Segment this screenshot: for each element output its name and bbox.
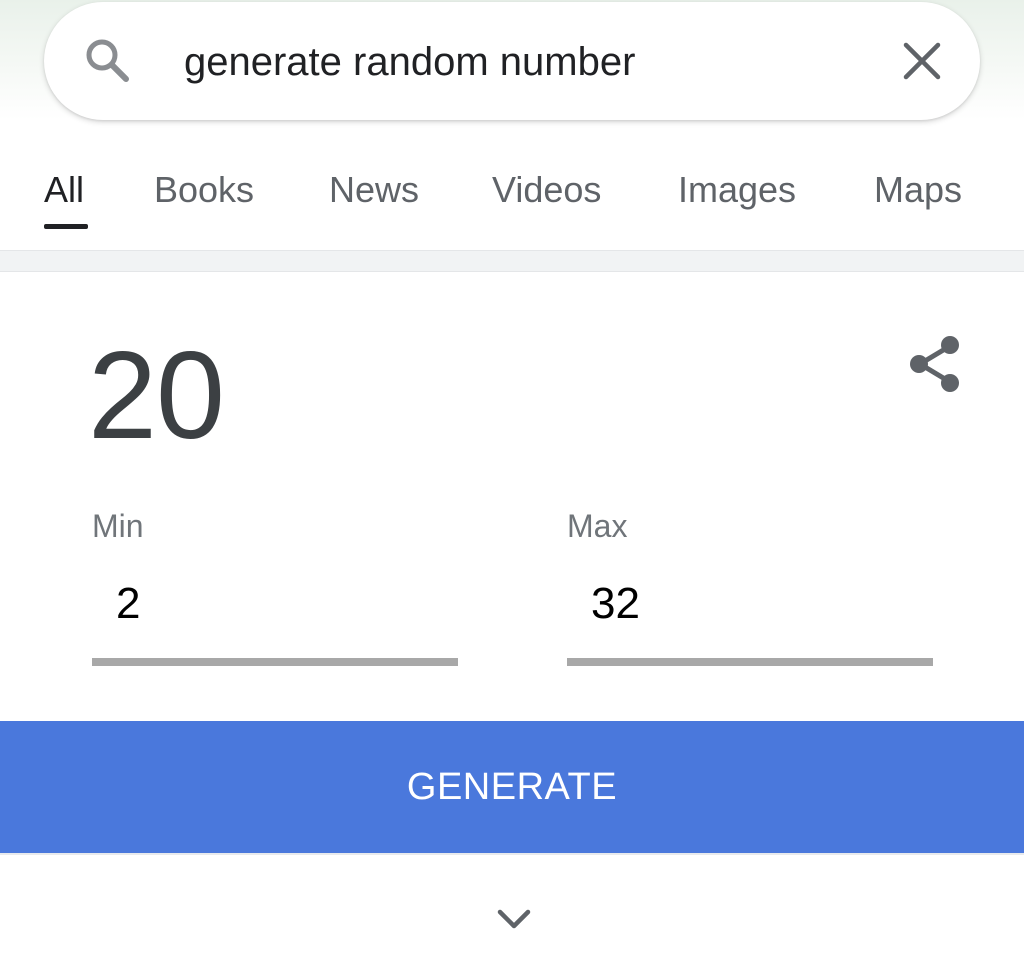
- max-label: Max: [567, 508, 628, 544]
- tab-images[interactable]: Images: [678, 168, 796, 212]
- close-icon[interactable]: [900, 39, 944, 83]
- tab-all[interactable]: All: [44, 168, 84, 212]
- min-input[interactable]: [116, 578, 416, 630]
- search-query[interactable]: generate random number: [184, 36, 635, 88]
- random-number-result: 20: [88, 327, 225, 465]
- search-box[interactable]: generate random number: [44, 2, 980, 120]
- tab-maps[interactable]: Maps: [874, 168, 962, 212]
- search-tabs: All Books News Videos Images Maps: [0, 150, 1024, 250]
- page: generate random number All Books News Vi…: [0, 0, 1024, 973]
- min-input-underline: [92, 658, 458, 666]
- generate-button[interactable]: GENERATE: [0, 721, 1024, 853]
- tab-books[interactable]: Books: [154, 168, 254, 212]
- tab-news[interactable]: News: [329, 168, 419, 212]
- section-divider: [0, 250, 1024, 272]
- card-bottom-border: [0, 853, 1024, 855]
- active-tab-indicator: [44, 224, 88, 229]
- share-icon[interactable]: [906, 334, 964, 394]
- search-header: generate random number All Books News Vi…: [0, 0, 1024, 250]
- tab-videos[interactable]: Videos: [492, 168, 601, 212]
- chevron-down-icon[interactable]: [496, 906, 532, 932]
- min-label: Min: [92, 508, 144, 544]
- max-input[interactable]: [591, 578, 891, 630]
- search-icon: [86, 39, 129, 82]
- max-input-underline: [567, 658, 933, 666]
